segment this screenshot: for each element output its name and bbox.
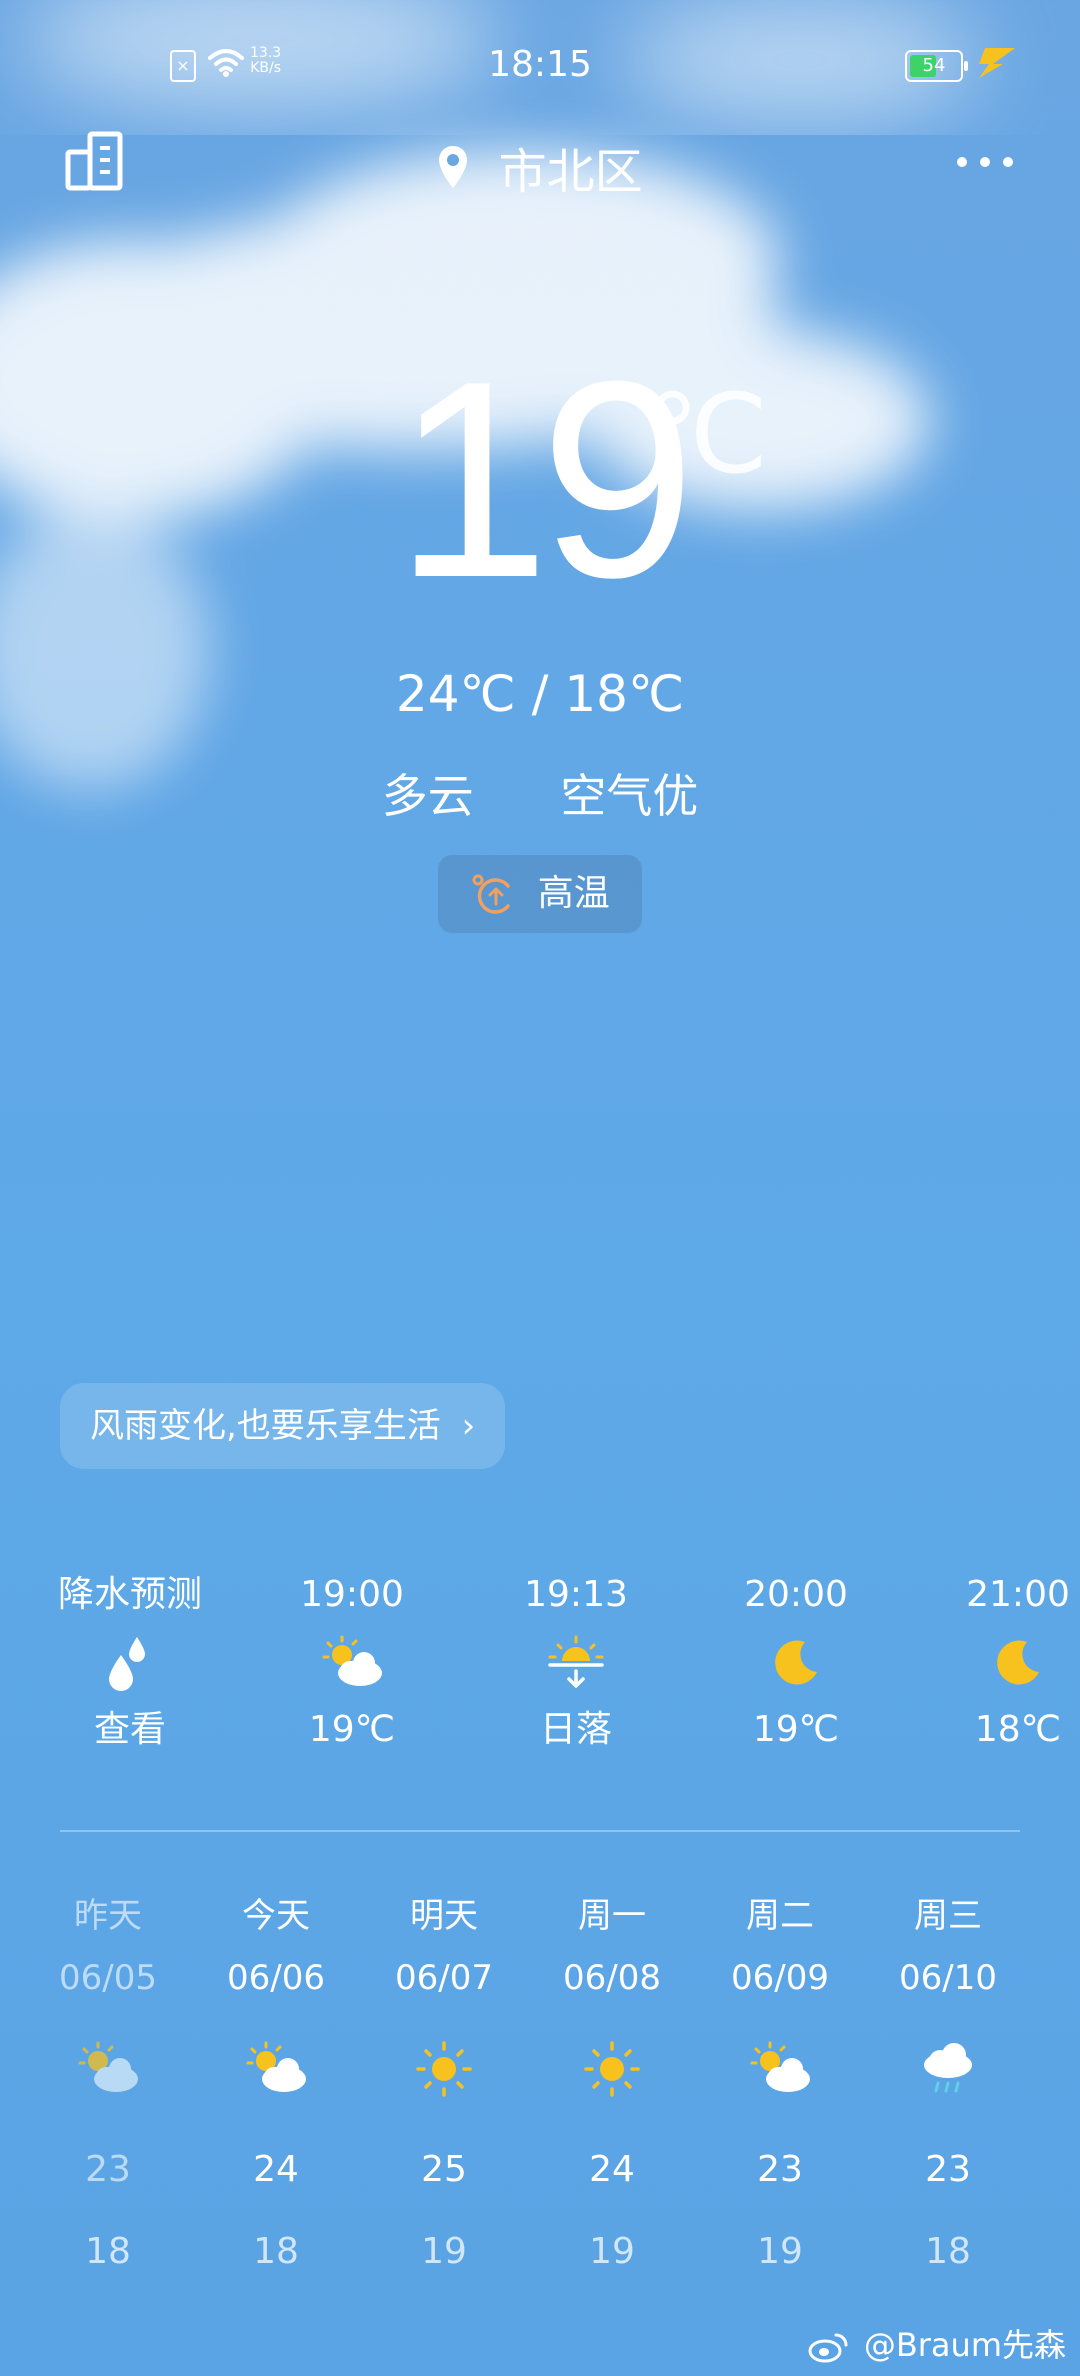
daily-item[interactable]: 周一 06/08 24 19 [532, 1890, 692, 2278]
alert-label: 高温 [537, 873, 610, 914]
daily-item[interactable]: 周二 06/09 23 19 [700, 1890, 860, 2278]
sun-icon [584, 2041, 640, 2097]
raindrops-icon [109, 1636, 145, 1691]
top-bar: 市北区 [0, 130, 1080, 210]
condition-row: 多云 空气优 [0, 760, 1080, 826]
watermark-text: @Braum先森 [863, 2326, 1066, 2364]
sun-icon [416, 2041, 472, 2097]
daily-item-yesterday[interactable]: 昨天 06/05 23 18 [28, 1890, 188, 2278]
hourly-forecast: 降水预测 查看 19:00 19℃ 19:13 日落 20:00 19℃ 21:… [0, 1570, 1080, 1790]
air-quality[interactable]: 空气优 [560, 760, 698, 826]
location-name: 市北区 [498, 144, 643, 200]
daily-item[interactable]: 明天 06/07 25 19 [364, 1890, 524, 2278]
moon-icon [775, 1640, 817, 1685]
partly-cloudy-icon [78, 2041, 138, 2092]
charging-icon [979, 48, 1015, 78]
alert-badge[interactable]: 高温 [438, 855, 642, 933]
battery-icon: 54 [905, 50, 968, 82]
hourly-item-sunset: 19:13 日落 [524, 1574, 628, 1750]
temperature-unit: ℃ [645, 373, 769, 496]
daily-item-today[interactable]: 今天 06/06 24 18 [196, 1890, 356, 2278]
high-temp-icon [472, 874, 511, 914]
daily-item[interactable]: 周三 06/10 23 18 [868, 1890, 1028, 2278]
hourly-item-precip[interactable]: 降水预测 查看 [30, 1570, 230, 1755]
partly-cloudy-icon [322, 1635, 382, 1686]
moon-icon [997, 1640, 1039, 1685]
watermark: @Braum先森 [808, 2320, 1066, 2366]
tip-text: 风雨变化,也要乐享生活 [90, 1406, 441, 1446]
more-icon[interactable] [955, 155, 1015, 169]
tip-banner[interactable]: 风雨变化,也要乐享生活 › [60, 1383, 506, 1469]
current-temperature: 19 [394, 324, 695, 636]
location-title[interactable]: 市北区 [0, 132, 1080, 202]
chevron-right-icon: › [461, 1406, 476, 1446]
rain-cloud-icon [924, 2043, 972, 2093]
hourly-item: 19:00 19℃ [300, 1574, 404, 1750]
temperature-range: 24℃ / 18℃ [395, 665, 685, 723]
partly-cloudy-icon [750, 2041, 810, 2092]
hourly-item: 21:00 18℃ [966, 1574, 1070, 1750]
weibo-logo-icon [808, 2333, 848, 2363]
sunset-icon [548, 1635, 604, 1688]
weather-condition: 多云 [381, 769, 474, 823]
divider [60, 1830, 1020, 1832]
location-pin-icon [439, 146, 468, 188]
battery-level: 54 [922, 55, 946, 76]
partly-cloudy-icon [246, 2041, 306, 2092]
status-bar: × 13.3 KB/s 18:15 54 [0, 0, 1080, 130]
hourly-item: 20:00 19℃ [744, 1574, 848, 1750]
